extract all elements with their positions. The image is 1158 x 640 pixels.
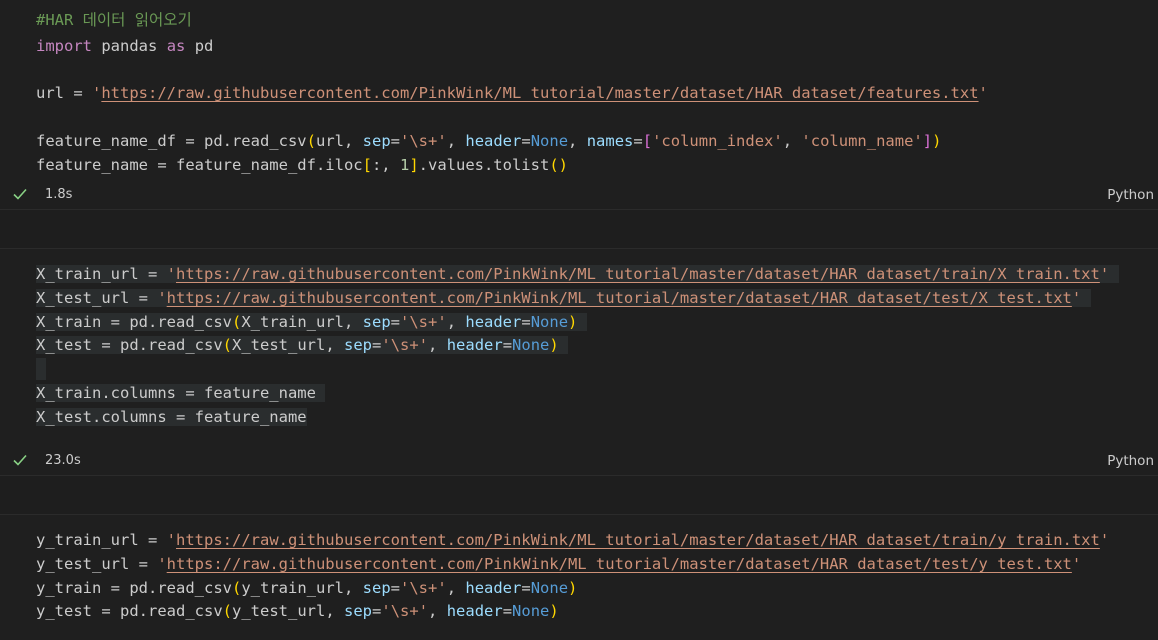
variable-name: X_train_url xyxy=(36,265,139,283)
execution-time: 23.0s xyxy=(45,453,81,468)
cell-separator xyxy=(0,209,1158,249)
keyword-as: as xyxy=(166,37,186,55)
param-sep: sep xyxy=(344,336,372,354)
constant-none: None xyxy=(530,579,569,597)
code-line[interactable]: y_test = pd.read_csv(y_test_url, sep='\s… xyxy=(36,600,559,622)
code-line[interactable]: X_test.columns = feature_name xyxy=(36,406,307,428)
function-call: pd.read_csv xyxy=(120,602,223,620)
check-icon xyxy=(13,188,27,200)
execution-time: 1.8s xyxy=(45,187,73,202)
keyword-import: import xyxy=(36,37,92,55)
variable-name: y_test xyxy=(36,602,92,620)
code-line[interactable]: X_test = pd.read_csv(X_test_url, sep='\s… xyxy=(36,334,569,356)
argument: X_test_url xyxy=(232,336,326,354)
cell-separator xyxy=(0,475,1158,515)
argument: y_train_url xyxy=(241,579,344,597)
blank-line-highlight xyxy=(36,358,46,380)
argument: url xyxy=(315,132,344,150)
variable-name: feature_name xyxy=(36,156,148,174)
url-link[interactable]: https://raw.githubusercontent.com/PinkWi… xyxy=(101,84,978,102)
param-sep: sep xyxy=(362,579,391,597)
constant-none: None xyxy=(530,132,569,150)
module-name: pandas xyxy=(101,37,158,55)
code-cell-3[interactable]: y_train_url = 'https://raw.githubusercon… xyxy=(0,515,1158,640)
slice-expr: :, xyxy=(371,156,400,174)
string-literal: column_index xyxy=(661,132,774,150)
url-link[interactable]: https://raw.githubusercontent.com/PinkWi… xyxy=(167,289,1072,307)
constant-none: None xyxy=(512,602,550,620)
variable-name: y_train_url xyxy=(36,531,139,549)
string-literal: \s+ xyxy=(409,132,438,150)
code-line[interactable]: y_test_url = 'https://raw.githubusercont… xyxy=(36,553,1081,575)
function-call: pd.read_csv xyxy=(129,579,232,597)
variable-name: X_train xyxy=(36,313,102,331)
variable-name: y_test_url xyxy=(36,555,130,573)
string-literal: \s+ xyxy=(409,579,438,597)
code-comment: #HAR 데이터 읽어오기 xyxy=(36,11,192,29)
variable-name: feature_name xyxy=(203,384,316,402)
variable-name: X_test_url xyxy=(36,289,130,307)
code-line[interactable]: y_train = pd.read_csv(y_train_url, sep='… xyxy=(36,577,577,599)
code-line[interactable]: X_train_url = 'https://raw.githubusercon… xyxy=(36,263,1119,285)
param-header: header xyxy=(446,602,503,620)
attribute-access: X_train.columns xyxy=(36,384,176,402)
code-line[interactable]: y_train_url = 'https://raw.githubusercon… xyxy=(36,529,1109,551)
code-line[interactable]: feature_name = feature_name_df.iloc[:, 1… xyxy=(36,154,568,176)
function-call: pd.read_csv xyxy=(120,336,223,354)
code-line[interactable]: #HAR 데이터 읽어오기 xyxy=(36,9,192,31)
variable-name: y_train xyxy=(36,579,102,597)
attribute-access: X_test.columns xyxy=(36,408,167,426)
cell-status-bar-2: 23.0s Python xyxy=(0,448,1158,476)
module-alias: pd xyxy=(194,37,214,55)
param-header: header xyxy=(465,579,522,597)
param-sep: sep xyxy=(362,132,391,150)
param-sep: sep xyxy=(344,602,372,620)
param-header: header xyxy=(465,132,522,150)
string-literal: column_name xyxy=(810,132,914,150)
kernel-language[interactable]: Python xyxy=(1107,453,1154,469)
param-sep: sep xyxy=(362,313,391,331)
variable-name: url xyxy=(36,84,64,102)
string-literal: \s+ xyxy=(390,336,419,354)
function-call: pd.read_csv xyxy=(129,313,232,331)
string-literal: \s+ xyxy=(390,602,419,620)
param-header: header xyxy=(446,336,503,354)
method-call: .values.tolist xyxy=(418,156,550,174)
param-names: names xyxy=(586,132,634,150)
variable-name: feature_name_df xyxy=(36,132,176,150)
argument: y_test_url xyxy=(232,602,326,620)
attribute-access: feature_name_df.iloc xyxy=(175,156,363,174)
code-line[interactable]: import pandas as pd xyxy=(36,35,213,57)
code-line[interactable]: X_train.columns = feature_name xyxy=(36,382,326,404)
code-cell-1[interactable]: #HAR 데이터 읽어오기 import pandas as pd url = … xyxy=(0,0,1158,180)
number-literal: 1 xyxy=(399,156,410,174)
variable-name: feature_name xyxy=(194,408,307,426)
param-header: header xyxy=(465,313,522,331)
code-line[interactable]: X_train = pd.read_csv(X_train_url, sep='… xyxy=(36,311,587,333)
code-line[interactable]: url = 'https://raw.githubusercontent.com… xyxy=(36,82,988,104)
cell-status-bar-1: 1.8s Python xyxy=(0,182,1158,210)
url-link[interactable]: https://raw.githubusercontent.com/PinkWi… xyxy=(176,265,1100,283)
function-call: pd.read_csv xyxy=(203,132,307,150)
constant-none: None xyxy=(530,313,569,331)
check-icon xyxy=(13,454,27,466)
code-line[interactable]: X_test_url = 'https://raw.githubusercont… xyxy=(36,287,1091,309)
argument: X_train_url xyxy=(241,313,344,331)
kernel-language[interactable]: Python xyxy=(1107,187,1154,203)
constant-none: None xyxy=(512,336,550,354)
code-cell-2[interactable]: X_train_url = 'https://raw.githubusercon… xyxy=(0,249,1158,445)
code-line[interactable]: feature_name_df = pd.read_csv(url, sep='… xyxy=(36,130,941,152)
variable-name: X_test xyxy=(36,336,92,354)
url-link[interactable]: https://raw.githubusercontent.com/PinkWi… xyxy=(176,531,1100,549)
url-link[interactable]: https://raw.githubusercontent.com/PinkWi… xyxy=(167,555,1072,573)
string-literal: \s+ xyxy=(409,313,438,331)
